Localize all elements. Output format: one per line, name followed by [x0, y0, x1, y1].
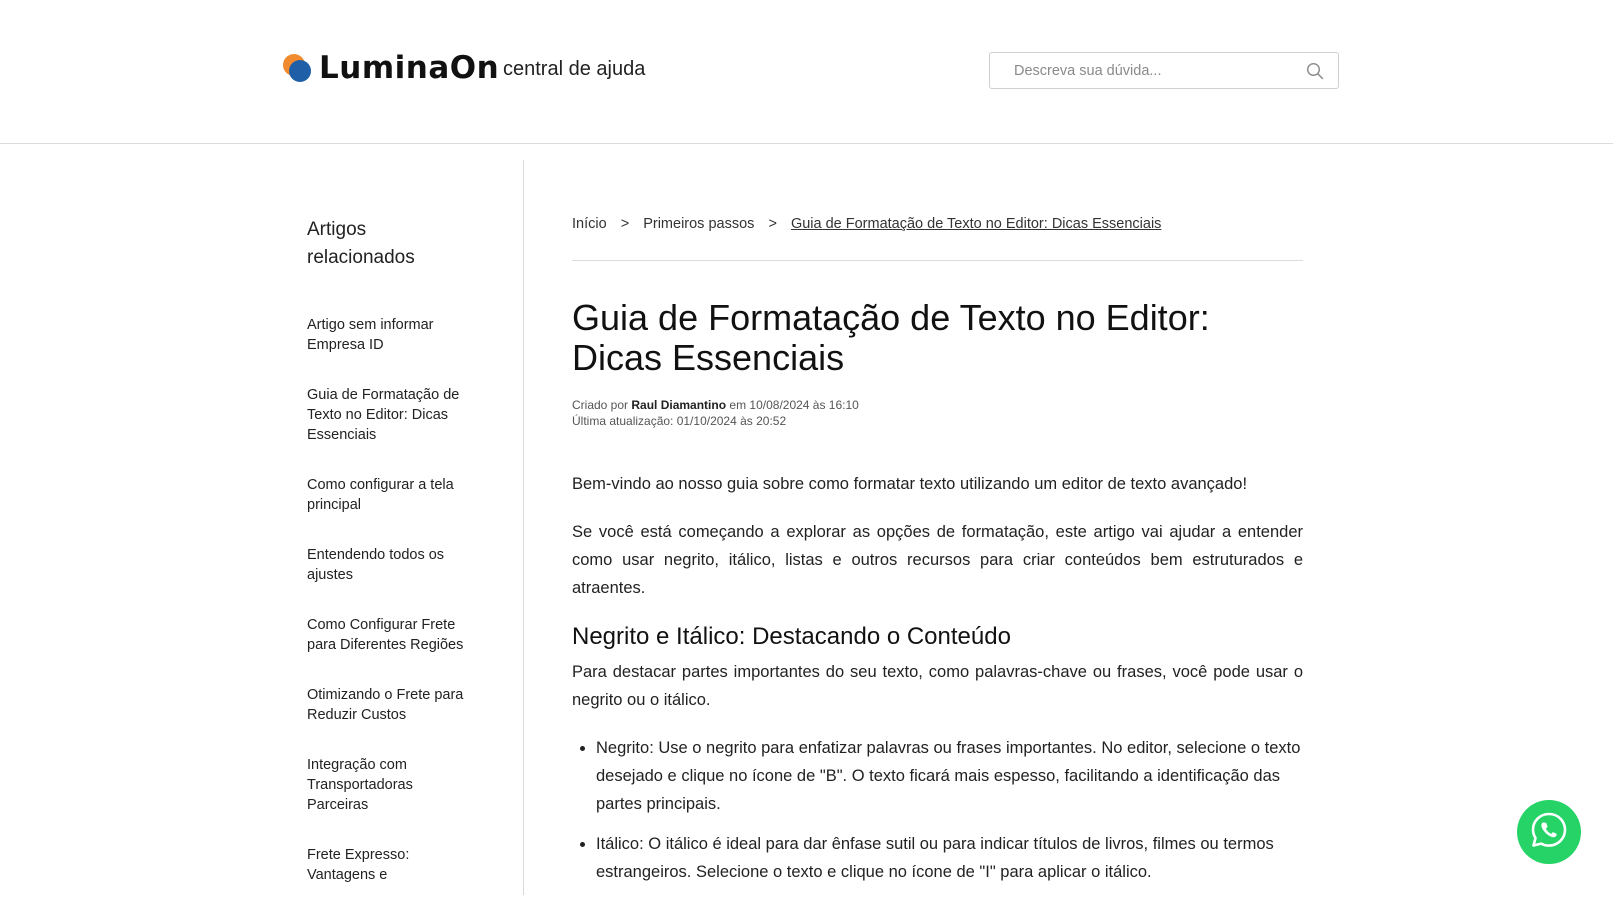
breadcrumb-current[interactable]: Guia de Formatação de Texto no Editor: D…: [791, 216, 1161, 232]
related-articles-sidebar: Artigos relacionados Artigo sem informar…: [307, 216, 477, 915]
brand-logo[interactable]: LuminaOn: [283, 50, 499, 86]
sidebar-item-guia-formatacao[interactable]: Guia de Formatação de Texto no Editor: D…: [307, 385, 475, 445]
help-center-label: central de ajuda: [503, 58, 646, 80]
intro-paragraph: Bem-vindo ao nosso guia sobre como forma…: [572, 475, 1248, 493]
whatsapp-button[interactable]: [1517, 800, 1581, 864]
updated-line: Última atualização: 01/10/2024 às 20:52: [572, 414, 787, 428]
sidebar-title: Artigos relacionados: [307, 219, 415, 268]
created-date: em 10/08/2024 às 16:10: [729, 398, 859, 412]
breadcrumb-divider: [572, 260, 1303, 261]
breadcrumb-section[interactable]: Primeiros passos: [643, 216, 754, 232]
article-main: Início > Primeiros passos > Guia de Form…: [572, 216, 1303, 881]
breadcrumb: Início > Primeiros passos > Guia de Form…: [572, 216, 1303, 236]
search-box: [989, 52, 1339, 89]
sidebar-item-transportadoras[interactable]: Integração com Transportadoras Parceiras: [307, 755, 475, 815]
bullet-list: Negrito: Use o negrito para enfatizar pa…: [572, 734, 1303, 886]
search-icon[interactable]: [1306, 62, 1324, 80]
article-body: Bem-vindo ao nosso guia sobre como forma…: [572, 470, 1303, 898]
brand-name: LuminaOn: [319, 50, 500, 86]
breadcrumb-separator: >: [620, 216, 630, 232]
body-paragraph: Se você está começando a explorar as opç…: [572, 523, 1303, 597]
sidebar-item-configurar-tela[interactable]: Como configurar a tela principal: [307, 475, 475, 515]
sidebar-item-otimizando-frete[interactable]: Otimizando o Frete para Reduzir Custos: [307, 685, 475, 725]
logo-mark-icon: [283, 52, 315, 84]
article-meta: Criado por Raul Diamantino em 10/08/2024…: [572, 397, 859, 429]
breadcrumb-home[interactable]: Início: [572, 216, 607, 232]
breadcrumb-separator: >: [768, 216, 777, 232]
list-item: Negrito: Use o negrito para enfatizar pa…: [596, 734, 1303, 818]
body-paragraph: Para destacar partes importantes do seu …: [572, 663, 1303, 709]
sidebar-item-frete-expresso[interactable]: Frete Expresso: Vantagens e: [307, 845, 475, 885]
article-title: Guia de Formatação de Texto no Editor: D…: [572, 297, 1210, 378]
whatsapp-icon: [1529, 810, 1569, 855]
section-heading: Negrito e Itálico: Destacando o Conteúdo: [572, 623, 1011, 650]
created-line: Criado por Raul Diamantino em 10/08/2024…: [572, 397, 859, 413]
sidebar-item-artigo-sem-empresa-id[interactable]: Artigo sem informar Empresa ID: [307, 315, 475, 355]
search-input[interactable]: [1014, 53, 1304, 88]
sidebar-item-frete-regioes[interactable]: Como Configurar Frete para Diferentes Re…: [307, 615, 475, 655]
author-name: Raul Diamantino: [631, 398, 727, 412]
list-item: Itálico: O itálico é ideal para dar ênfa…: [596, 830, 1303, 886]
site-header: LuminaOn central de ajuda: [0, 0, 1613, 144]
sidebar-divider: [523, 160, 524, 895]
created-prefix: Criado por: [572, 398, 629, 412]
sidebar-item-ajustes[interactable]: Entendendo todos os ajustes: [307, 545, 475, 585]
